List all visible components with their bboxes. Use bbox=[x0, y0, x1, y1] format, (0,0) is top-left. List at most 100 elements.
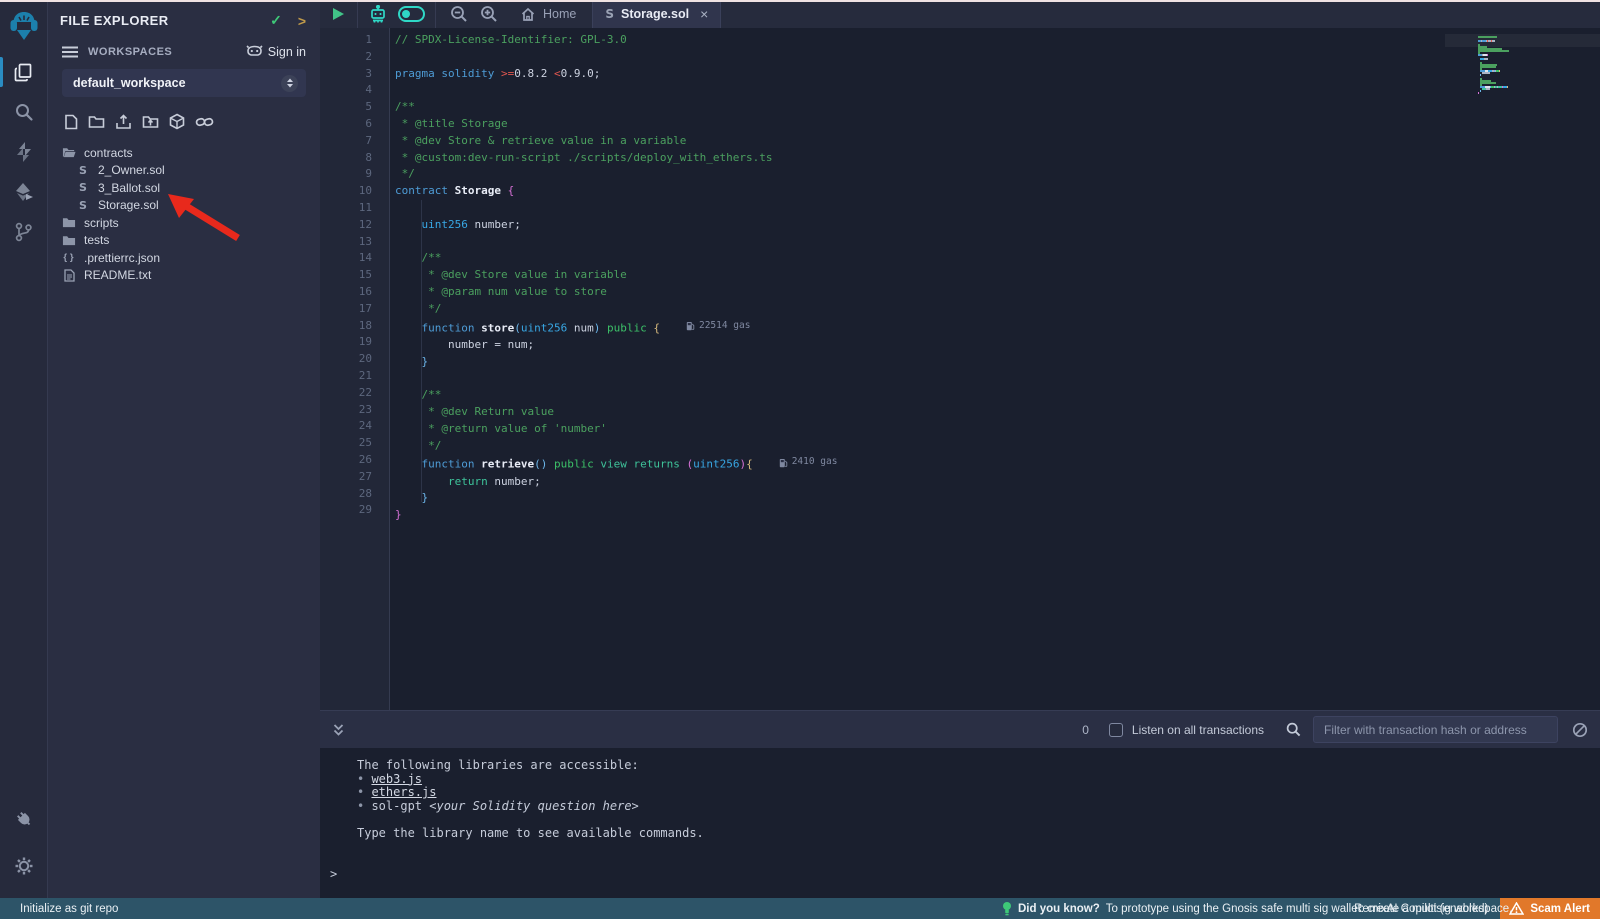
editor-region: Home S Storage.sol × 1234567891011121314… bbox=[320, 0, 1600, 898]
clear-console-icon[interactable] bbox=[1572, 722, 1588, 738]
remix-logo-icon bbox=[8, 9, 40, 43]
code-line-19[interactable]: number = num; bbox=[395, 337, 1600, 354]
workspace-name: default_workspace bbox=[73, 76, 281, 90]
tree-item-2-owner-sol[interactable]: S2_Owner.sol bbox=[48, 162, 320, 180]
code-line-28[interactable]: } bbox=[395, 490, 1600, 507]
code-line-5[interactable]: /** bbox=[395, 99, 1600, 116]
tab-home[interactable]: Home bbox=[508, 0, 592, 28]
code-line-14[interactable]: /** bbox=[395, 250, 1600, 267]
settings-button[interactable] bbox=[0, 846, 47, 886]
code-line-4[interactable] bbox=[395, 82, 1600, 99]
code-line-20[interactable]: } bbox=[395, 354, 1600, 371]
transaction-filter-input[interactable] bbox=[1313, 716, 1558, 743]
code-line-11[interactable] bbox=[395, 200, 1600, 217]
terminal-library-link[interactable]: web3.js bbox=[371, 772, 422, 786]
code-line-15[interactable]: * @dev Store value in variable bbox=[395, 267, 1600, 284]
minimap[interactable] bbox=[1473, 36, 1600, 94]
zoom-out-icon[interactable] bbox=[450, 5, 468, 23]
code-line-13[interactable] bbox=[395, 234, 1600, 251]
new-file-button[interactable] bbox=[64, 114, 78, 130]
code-line-25[interactable]: */ bbox=[395, 438, 1600, 455]
line-number: 7 bbox=[320, 133, 389, 150]
code-line-16[interactable]: * @param num value to store bbox=[395, 284, 1600, 301]
code-line-6[interactable]: * @title Storage bbox=[395, 116, 1600, 133]
line-number: 18 bbox=[320, 318, 389, 335]
code-line-18[interactable]: function store(uint256 num) public {2251… bbox=[395, 318, 1600, 337]
tree-item-3-ballot-sol[interactable]: S3_Ballot.sol bbox=[48, 179, 320, 197]
tab-storage-sol[interactable]: S Storage.sol × bbox=[592, 0, 721, 28]
init-git-repo-button[interactable]: Initialize as git repo bbox=[0, 903, 118, 915]
tree-item-tests[interactable]: tests bbox=[48, 232, 320, 250]
line-number: 4 bbox=[320, 82, 389, 99]
line-number: 13 bbox=[320, 234, 389, 251]
sidebar-item-file-explorer[interactable] bbox=[0, 52, 47, 92]
code-line-9[interactable]: */ bbox=[395, 166, 1600, 183]
ipfs-cube-button[interactable] bbox=[169, 113, 185, 130]
terminal-hint: Type the library name to see available c… bbox=[357, 827, 1600, 841]
tree-item-label: scripts bbox=[84, 216, 119, 230]
sidebar-item-search[interactable] bbox=[0, 92, 47, 132]
hamburger-menu-icon[interactable] bbox=[62, 46, 78, 58]
upload-folder-button[interactable] bbox=[142, 114, 159, 129]
code-line-23[interactable]: * @dev Return value bbox=[395, 404, 1600, 421]
run-script-button[interactable] bbox=[333, 8, 344, 20]
terminal-collapse-icon[interactable] bbox=[332, 723, 345, 737]
code-line-21[interactable] bbox=[395, 370, 1600, 387]
code-line-1[interactable]: // SPDX-License-Identifier: GPL-3.0 bbox=[395, 32, 1600, 49]
scam-alert-button[interactable]: Scam Alert bbox=[1500, 898, 1600, 919]
remix-logo-icon[interactable] bbox=[0, 0, 47, 52]
sign-in-button[interactable]: Sign in bbox=[246, 45, 306, 59]
code-line-27[interactable]: return number; bbox=[395, 474, 1600, 491]
code-line-3[interactable]: pragma solidity >=0.8.2 <0.9.0; bbox=[395, 66, 1600, 83]
sidebar-item-deploy-run[interactable] bbox=[0, 172, 47, 212]
code-line-10[interactable]: contract Storage { bbox=[395, 183, 1600, 200]
code-line-8[interactable]: * @custom:dev-run-script ./scripts/deplo… bbox=[395, 150, 1600, 167]
line-number: 10 bbox=[320, 183, 389, 200]
code-line-24[interactable]: * @return value of 'number' bbox=[395, 421, 1600, 438]
line-number: 11 bbox=[320, 200, 389, 217]
tree-item-storage-sol[interactable]: SStorage.sol bbox=[48, 197, 320, 215]
terminal-output[interactable]: The following libraries are accessible: … bbox=[320, 748, 1600, 898]
folder-open-icon bbox=[62, 146, 76, 159]
ai-copilot-robot-icon[interactable] bbox=[368, 5, 388, 24]
sidebar-item-git[interactable] bbox=[0, 212, 47, 252]
plugin-manager-button[interactable] bbox=[0, 798, 47, 838]
checkmark-icon: ✓ bbox=[270, 12, 282, 29]
link-button[interactable] bbox=[195, 115, 214, 129]
code-line-12[interactable]: uint256 number; bbox=[395, 217, 1600, 234]
code-line-22[interactable]: /** bbox=[395, 387, 1600, 404]
terminal-intro: The following libraries are accessible: bbox=[357, 759, 1600, 773]
new-folder-button[interactable] bbox=[88, 114, 105, 129]
line-number: 25 bbox=[320, 435, 389, 452]
line-number: 28 bbox=[320, 486, 389, 503]
line-number: 20 bbox=[320, 351, 389, 368]
workspace-dropdown[interactable]: default_workspace bbox=[62, 69, 306, 97]
zoom-in-icon[interactable] bbox=[480, 5, 498, 23]
code-line-26[interactable]: function retrieve() public view returns … bbox=[395, 454, 1600, 473]
close-tab-icon[interactable]: × bbox=[700, 6, 708, 22]
code-editor[interactable]: 1234567891011121314151617181920212223242… bbox=[320, 28, 1600, 710]
code-area[interactable]: // SPDX-License-Identifier: GPL-3.0 prag… bbox=[391, 28, 1600, 710]
ai-copilot-toggle[interactable] bbox=[398, 6, 425, 22]
file-explorer-icon bbox=[13, 62, 34, 83]
sol-icon: S bbox=[76, 181, 90, 194]
terminal-library-item: • sol-gpt <your Solidity question here> bbox=[357, 800, 1600, 814]
code-line-7[interactable]: * @dev Store & retrieve value in a varia… bbox=[395, 133, 1600, 150]
code-line-17[interactable]: */ bbox=[395, 301, 1600, 318]
gas-estimate-badge: 2410 gas bbox=[779, 454, 838, 471]
tree-item-contracts[interactable]: contracts bbox=[48, 144, 320, 162]
code-line-2[interactable] bbox=[395, 49, 1600, 66]
listen-all-transactions-checkbox[interactable] bbox=[1109, 723, 1123, 737]
upload-file-button[interactable] bbox=[115, 114, 132, 130]
terminal-library-link[interactable]: ethers.js bbox=[371, 785, 436, 799]
sidebar-item-solidity-compiler[interactable] bbox=[0, 132, 47, 172]
chevron-right-icon[interactable]: > bbox=[298, 13, 306, 29]
terminal-search-icon[interactable] bbox=[1286, 722, 1301, 737]
line-number: 6 bbox=[320, 116, 389, 133]
activity-bar bbox=[0, 0, 48, 898]
terminal-prompt[interactable]: > bbox=[330, 868, 1600, 882]
code-line-29[interactable]: } bbox=[395, 507, 1600, 524]
tree-item-scripts[interactable]: scripts bbox=[48, 214, 320, 232]
tree-item--prettierrc-json[interactable]: { }.prettierrc.json bbox=[48, 249, 320, 267]
tree-item-readme-txt[interactable]: README.txt bbox=[48, 267, 320, 285]
